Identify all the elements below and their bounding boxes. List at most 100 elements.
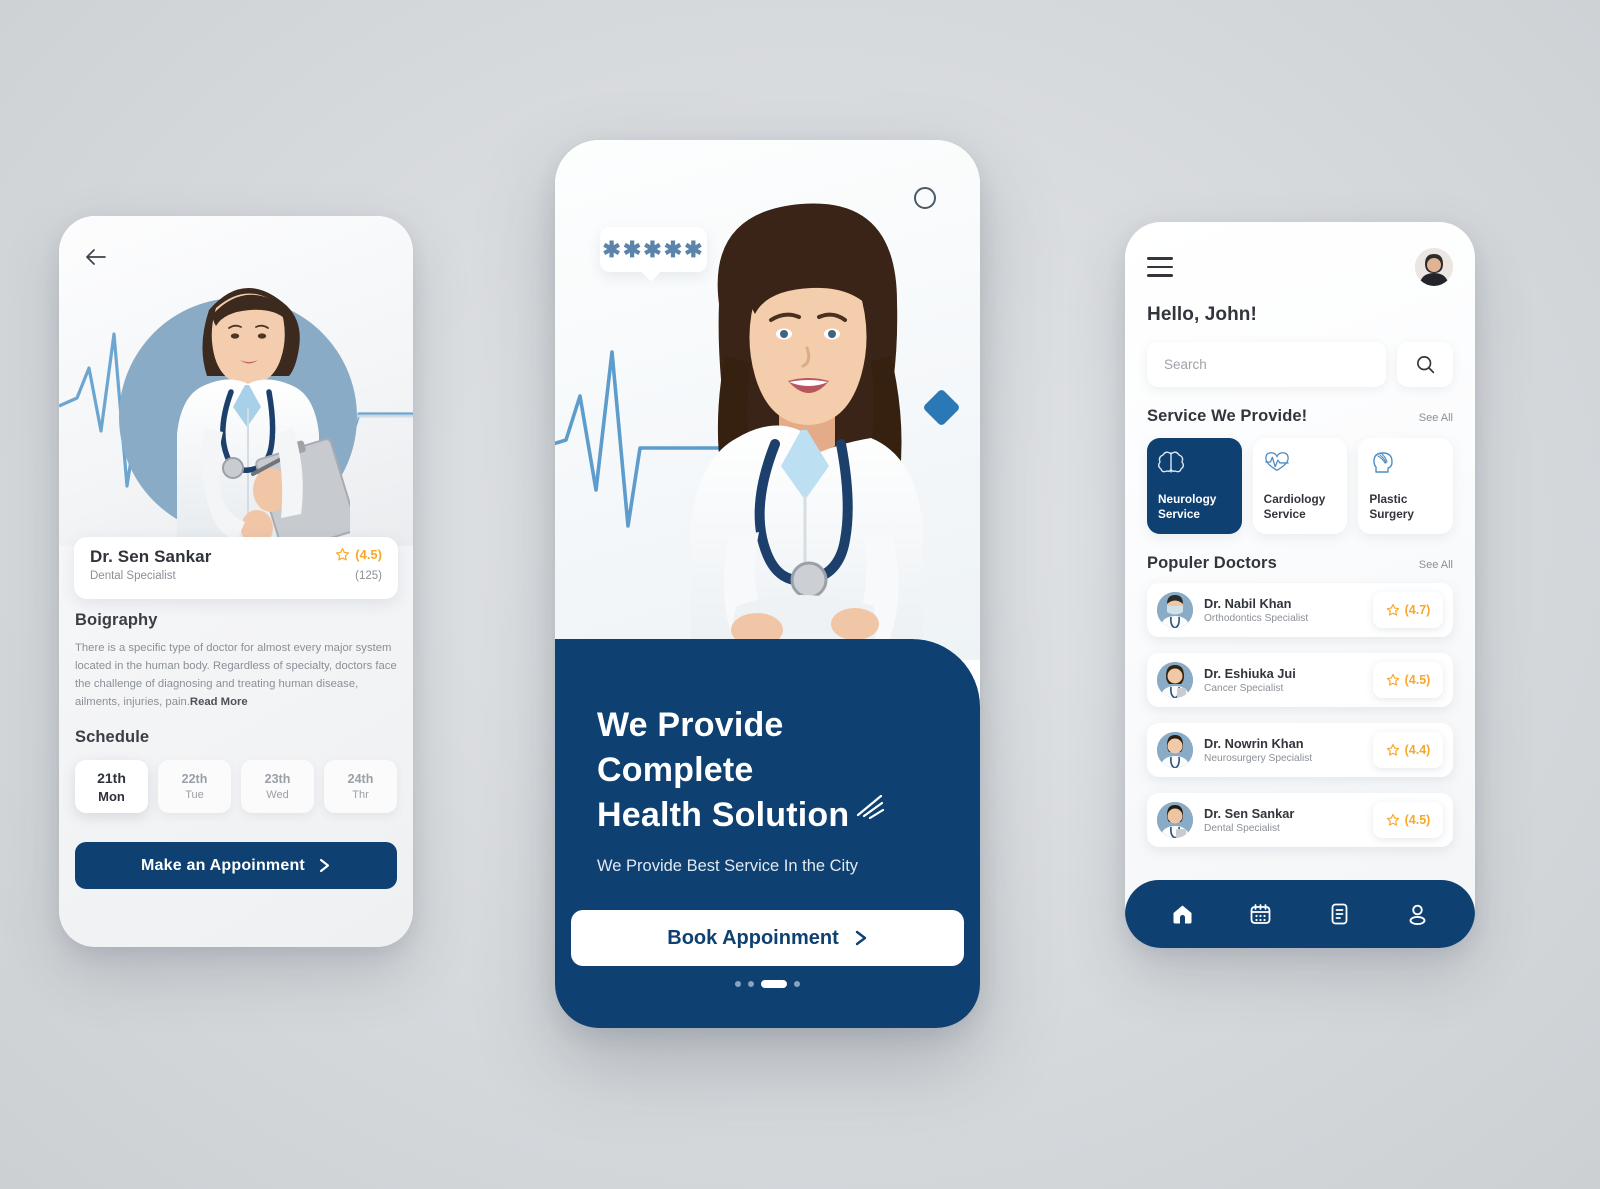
avatar [1157, 802, 1193, 838]
doctor-specialty: Cancer Specialist [1204, 683, 1284, 694]
avatar[interactable] [1415, 248, 1453, 286]
service-label-line1: Cardiology [1263, 491, 1326, 506]
list-item[interactable]: Dr. Eshiuka Jui Cancer Specialist (4.5) [1147, 653, 1453, 707]
services-see-all[interactable]: See All [1419, 412, 1453, 424]
tab-profile[interactable] [1398, 894, 1438, 934]
schedule-day[interactable]: 21th Mon [75, 760, 148, 814]
doctor-specialty: Dental Specialist [90, 570, 176, 582]
biography-text: There is a specific type of doctor for a… [75, 640, 397, 711]
make-appointment-button[interactable]: Make an Appoinment [75, 842, 397, 890]
doctor-review-count: (125) [355, 570, 382, 582]
list-item-meta: Dr. Sen Sankar Dental Specialist [1204, 806, 1373, 834]
service-card-neurology[interactable]: Neurology Service [1147, 438, 1242, 534]
brain-icon [1158, 451, 1184, 473]
doctor-rating: (4.7) [1404, 603, 1431, 617]
schedule-day[interactable]: 23th Wed [241, 760, 314, 814]
schedule-day[interactable]: 24th Thr [324, 760, 397, 814]
doctor-list: Dr. Nabil Khan Orthodontics Specialist (… [1147, 583, 1453, 847]
service-card-plastic-surgery[interactable]: Plastic Surgery [1358, 438, 1454, 534]
search-button[interactable] [1397, 342, 1453, 387]
doctor-name: Dr. Sen Sankar [90, 547, 212, 566]
tab-home[interactable] [1162, 894, 1202, 934]
schedule-day-list: 21th Mon 22th Tue 23th Wed 24th Thr [75, 760, 397, 814]
home-screen: Hello, John! Service We Provide! See All… [1125, 222, 1475, 948]
doctor-specialty: Orthodontics Specialist [1204, 613, 1309, 624]
book-appointment-button[interactable]: Book Appoinment [571, 910, 964, 966]
pager-dot[interactable] [748, 981, 754, 987]
tab-records[interactable] [1319, 894, 1359, 934]
doctor-specialty: Neurosurgery Specialist [1204, 753, 1313, 764]
read-more-link[interactable]: Read More [190, 696, 248, 708]
onboarding-headline: We Provide Complete Health Solution [597, 703, 938, 839]
onboarding-hero: ✱✱✱✱✱ [555, 140, 980, 660]
search-input[interactable] [1147, 342, 1386, 387]
schedule-day-weekday: Wed [266, 789, 289, 802]
doctors-see-all[interactable]: See All [1419, 559, 1453, 571]
service-label-line1: Plastic [1369, 491, 1408, 506]
make-appointment-label: Make an Appoinment [141, 856, 305, 874]
doctor-rating: (4.4) [1404, 743, 1431, 757]
list-item-meta: Dr. Nowrin Khan Neurosurgery Specialist [1204, 736, 1373, 764]
list-item[interactable]: Dr. Sen Sankar Dental Specialist (4.5) [1147, 793, 1453, 847]
service-label-line2: Service [1263, 506, 1306, 521]
arrow-left-icon [86, 249, 106, 265]
pager-dot[interactable] [735, 981, 741, 987]
list-item-meta: Dr. Nabil Khan Orthodontics Specialist [1204, 596, 1373, 624]
chevron-right-icon [319, 859, 330, 873]
doctor-avatar-image [1157, 592, 1193, 628]
schedule-day-number: 24th [347, 772, 374, 787]
calendar-icon [1250, 904, 1271, 924]
list-item[interactable]: Dr. Nabil Khan Orthodontics Specialist (… [1147, 583, 1453, 637]
search-icon [1416, 356, 1434, 374]
service-label-line2: Service [1158, 506, 1200, 521]
back-button[interactable] [81, 242, 111, 272]
home-icon [1173, 905, 1192, 924]
book-appointment-label: Book Appoinment [667, 926, 839, 949]
person-icon [1409, 904, 1426, 926]
doctor-name: Dr. Eshiuka Jui [1204, 666, 1296, 681]
avatar [1157, 592, 1193, 628]
services-header: Service We Provide! See All [1147, 407, 1453, 426]
star-icon [1386, 743, 1399, 756]
sparkle-icon [857, 795, 885, 820]
star-icon [1386, 603, 1399, 616]
home-topbar [1147, 248, 1453, 286]
status-badge: (4.5) [1373, 802, 1443, 838]
hamburger-menu-icon[interactable] [1147, 257, 1173, 277]
schedule-day[interactable]: 22th Tue [158, 760, 231, 814]
document-icon [1331, 903, 1348, 925]
doctor-hero [59, 216, 413, 546]
tab-calendar[interactable] [1241, 894, 1281, 934]
doctor-avatar-image [1157, 662, 1193, 698]
pager-dot-active[interactable] [761, 980, 787, 988]
avatar [1157, 662, 1193, 698]
doctor-rating: (4.5) [335, 547, 382, 562]
service-label-line1: Neurology [1158, 491, 1217, 506]
list-item[interactable]: Dr. Nowrin Khan Neurosurgery Specialist … [1147, 723, 1453, 777]
phone-doctor-detail: Dr. Sen Sankar (4.5) Dental Specialist (… [59, 216, 413, 947]
service-card-cardiology[interactable]: Cardiology Service [1252, 438, 1348, 534]
schedule-day-number: 21th [97, 769, 126, 786]
services-list: Neurology Service Cardiology Service Pla… [1147, 438, 1454, 534]
doctor-photo [177, 287, 350, 544]
chevron-right-icon [855, 930, 866, 946]
greeting: Hello, John! [1147, 304, 1257, 325]
star-icon [1386, 673, 1399, 686]
service-card-label: Plastic Surgery [1369, 492, 1442, 522]
doctor-summary-card[interactable]: Dr. Sen Sankar (4.5) Dental Specialist (… [74, 537, 398, 599]
doctor-name: Dr. Nowrin Khan [1204, 736, 1304, 751]
status-badge: (4.5) [1373, 662, 1443, 698]
onboarding-subhead: We Provide Best Service In the City [597, 856, 859, 875]
service-card-label: Cardiology Service [1264, 492, 1337, 522]
schedule-heading: Schedule [75, 728, 150, 747]
doctor-specialty: Dental Specialist [1204, 823, 1280, 834]
rating-stars-badge: ✱✱✱✱✱ [600, 227, 707, 282]
onboarding-panel: We Provide Complete Health Solution We P… [555, 639, 980, 1028]
phone-home: Hello, John! Service We Provide! See All… [1125, 222, 1475, 948]
schedule-day-weekday: Tue [185, 789, 204, 802]
doctor-rating: (4.5) [1404, 813, 1431, 827]
pager-dot[interactable] [794, 981, 800, 987]
doctor-name: Dr. Nabil Khan [1204, 596, 1292, 611]
doctors-header: Populer Doctors See All [1147, 554, 1453, 573]
headline-line-1: We Provide Complete [597, 706, 784, 790]
